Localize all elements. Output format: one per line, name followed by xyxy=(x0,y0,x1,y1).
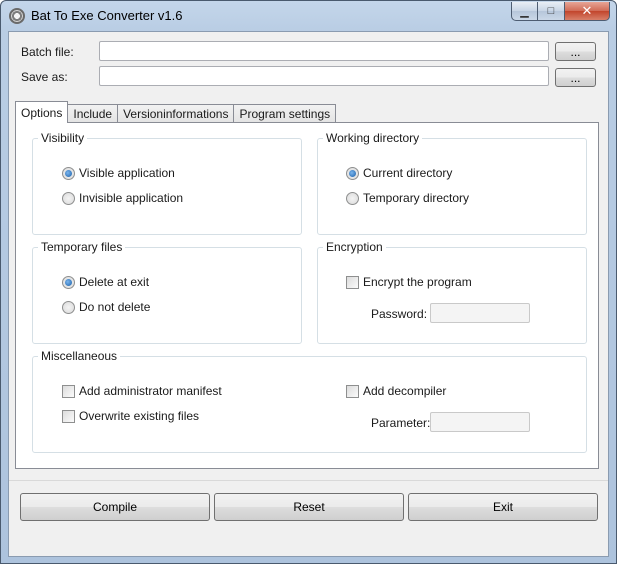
radio-unchecked-icon xyxy=(346,191,359,205)
encrypt-program-label: Encrypt the program xyxy=(363,275,472,289)
checkbox-unchecked-icon xyxy=(346,384,359,398)
reset-button[interactable]: Reset xyxy=(214,493,404,521)
temporary-directory-label: Temporary directory xyxy=(363,191,470,205)
minimize-icon: ▁ xyxy=(520,5,529,18)
save-as-label: Save as: xyxy=(21,70,68,84)
maximize-button[interactable]: □ xyxy=(538,2,565,21)
overwrite-files-label: Overwrite existing files xyxy=(79,409,200,423)
bottom-separator xyxy=(9,480,608,481)
admin-manifest-checkbox[interactable]: Add administrator manifest xyxy=(62,384,222,398)
invisible-application-radio[interactable]: Invisible application xyxy=(62,191,183,205)
parameter-field[interactable] xyxy=(430,412,530,432)
overwrite-files-checkbox[interactable]: Overwrite existing files xyxy=(62,409,199,423)
browse-label: ... xyxy=(570,44,581,59)
save-as-input[interactable] xyxy=(99,66,549,86)
tab-options[interactable]: Options xyxy=(15,101,69,123)
tab-strip: Options Include Versioninformations Prog… xyxy=(15,101,337,123)
working-directory-group: Working directory Current directory Temp… xyxy=(317,131,587,235)
miscellaneous-title: Miscellaneous xyxy=(38,349,121,363)
radio-checked-icon xyxy=(62,166,75,180)
close-button[interactable]: ✕ xyxy=(565,2,610,21)
checkbox-unchecked-icon xyxy=(346,275,359,289)
temporary-files-group: Temporary files Delete at exit Do not de… xyxy=(32,240,302,344)
minimize-button[interactable]: ▁ xyxy=(511,2,538,21)
radio-unchecked-icon xyxy=(62,191,75,205)
app-window: Bat To Exe Converter v1.6 ▁ □ ✕ Batch fi… xyxy=(0,0,617,564)
radio-unchecked-icon xyxy=(62,300,75,314)
tab-include[interactable]: Include xyxy=(67,104,119,123)
delete-at-exit-radio[interactable]: Delete at exit xyxy=(62,275,149,289)
password-label: Password: xyxy=(371,307,428,321)
checkbox-unchecked-icon xyxy=(62,409,75,423)
encrypt-program-checkbox[interactable]: Encrypt the program xyxy=(346,275,472,289)
close-icon: ✕ xyxy=(581,3,593,18)
do-not-delete-label: Do not delete xyxy=(79,300,151,314)
miscellaneous-group: Miscellaneous Add administrator manifest… xyxy=(32,349,587,453)
gear-icon[interactable] xyxy=(9,8,25,24)
client-area: Batch file: ... Save as: ... Options Inc… xyxy=(8,31,609,557)
add-decompiler-label: Add decompiler xyxy=(363,384,447,398)
current-directory-radio[interactable]: Current directory xyxy=(346,166,452,180)
exit-button[interactable]: Exit xyxy=(408,493,598,521)
window-title: Bat To Exe Converter v1.6 xyxy=(31,8,183,23)
invisible-application-label: Invisible application xyxy=(79,191,184,205)
options-panel: Visibility Visible application Invisible… xyxy=(15,122,599,469)
radio-checked-icon xyxy=(62,275,75,289)
working-directory-title: Working directory xyxy=(323,131,423,145)
visible-application-radio[interactable]: Visible application xyxy=(62,166,175,180)
admin-manifest-label: Add administrator manifest xyxy=(79,384,222,398)
temporary-directory-radio[interactable]: Temporary directory xyxy=(346,191,469,205)
title-bar[interactable]: Bat To Exe Converter v1.6 ▁ □ ✕ xyxy=(1,1,616,31)
add-decompiler-checkbox[interactable]: Add decompiler xyxy=(346,384,446,398)
password-field[interactable] xyxy=(430,303,530,323)
tab-program-settings[interactable]: Program settings xyxy=(233,104,337,123)
batch-file-input[interactable] xyxy=(99,41,549,61)
tab-versioninformations[interactable]: Versioninformations xyxy=(117,104,235,123)
do-not-delete-radio[interactable]: Do not delete xyxy=(62,300,150,314)
current-directory-label: Current directory xyxy=(363,166,453,180)
encryption-title: Encryption xyxy=(323,240,386,254)
compile-button[interactable]: Compile xyxy=(20,493,210,521)
parameter-label: Parameter: xyxy=(371,416,431,430)
caption-buttons: ▁ □ ✕ xyxy=(511,2,610,22)
checkbox-unchecked-icon xyxy=(62,384,75,398)
delete-at-exit-label: Delete at exit xyxy=(79,275,150,289)
encryption-group: Encryption Encrypt the program Password: xyxy=(317,240,587,344)
visibility-title: Visibility xyxy=(38,131,88,145)
radio-checked-icon xyxy=(346,166,359,180)
visibility-group: Visibility Visible application Invisible… xyxy=(32,131,302,235)
batch-file-browse-button[interactable]: ... xyxy=(555,42,596,61)
browse-label: ... xyxy=(570,70,581,85)
maximize-icon: □ xyxy=(547,5,555,17)
temporary-files-title: Temporary files xyxy=(38,240,126,254)
save-as-browse-button[interactable]: ... xyxy=(555,68,596,87)
batch-file-label: Batch file: xyxy=(21,45,74,59)
visible-application-label: Visible application xyxy=(79,166,175,180)
